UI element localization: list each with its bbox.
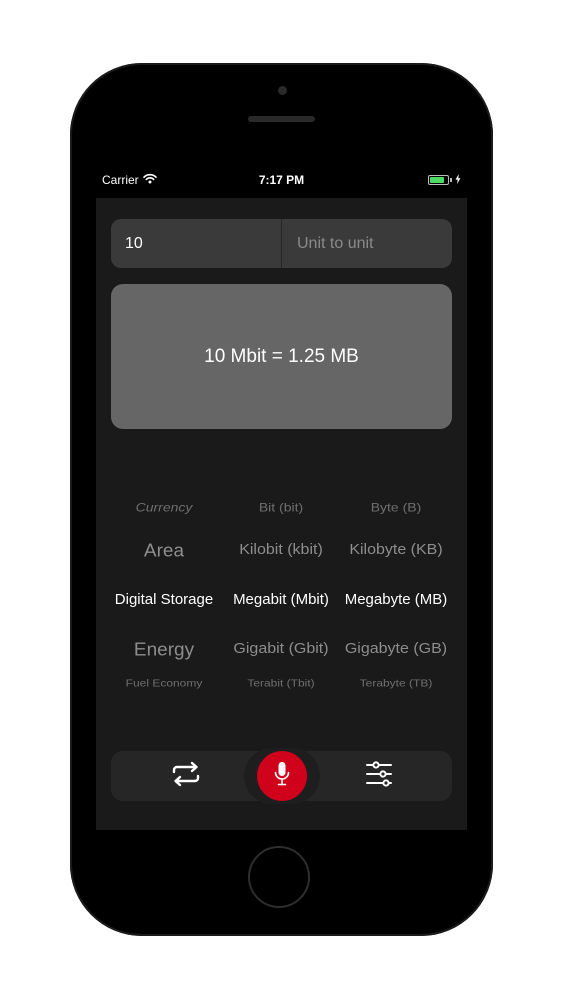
home-button[interactable] xyxy=(248,846,310,908)
front-camera xyxy=(278,86,287,95)
microphone-button[interactable] xyxy=(257,751,307,801)
category-option[interactable]: Energy xyxy=(106,641,222,662)
category-option[interactable]: Area xyxy=(106,542,222,563)
from-unit-picker-column[interactable]: Bit (bit) Kilobit (kbit) Megabit (Mbit) Gig… xyxy=(224,474,338,706)
bottom-toolbar xyxy=(111,748,452,804)
settings-button[interactable] xyxy=(359,751,399,801)
from-unit-option[interactable]: Bit (bit) xyxy=(224,500,338,514)
to-unit-option[interactable]: Gigabyte (GB) xyxy=(340,640,452,657)
swap-button[interactable] xyxy=(166,751,206,801)
conversion-input-row: 10 Unit to unit xyxy=(111,219,452,268)
to-unit-option[interactable]: Byte (B) xyxy=(340,500,452,514)
unit-picker[interactable]: Currency Area Digital Storage Energy Fuel Ec… xyxy=(96,474,467,706)
category-option[interactable]: Digital Storage xyxy=(106,591,222,608)
battery-level-fill xyxy=(430,177,444,183)
to-unit-picker-column[interactable]: Byte (B) Kilobyte (KB) Megabyte (MB) Gigaby… xyxy=(340,474,452,706)
category-option[interactable]: Fuel Economy xyxy=(106,677,222,689)
from-unit-option[interactable]: Terabit (Tbit) xyxy=(224,677,338,689)
amount-input[interactable]: 10 xyxy=(111,219,282,268)
app-screen: Carrier 7:17 PM 10 Unit to unit 10 Mbit … xyxy=(96,162,467,830)
to-unit-option[interactable]: Terabyte (TB) xyxy=(340,677,452,689)
battery-icon xyxy=(428,175,449,185)
status-time: 7:17 PM xyxy=(258,173,305,187)
result-card: 10 Mbit = 1.25 MB xyxy=(111,284,452,429)
swap-arrows-icon xyxy=(171,761,201,792)
category-picker-column[interactable]: Currency Area Digital Storage Energy Fuel Ec… xyxy=(106,474,222,706)
category-option[interactable]: Currency xyxy=(106,500,222,514)
to-unit-option[interactable]: Kilobyte (KB) xyxy=(340,541,452,558)
status-bar: Carrier 7:17 PM xyxy=(96,162,467,198)
from-unit-option[interactable]: Kilobit (kbit) xyxy=(224,541,338,558)
result-text: 10 Mbit = 1.25 MB xyxy=(204,345,359,367)
to-unit-option[interactable]: Megabyte (MB) xyxy=(340,591,452,608)
charging-bolt-icon xyxy=(455,173,461,187)
battery-group xyxy=(428,173,461,187)
microphone-icon xyxy=(274,761,290,792)
unit-query-input[interactable]: Unit to unit xyxy=(282,219,452,268)
earpiece-speaker xyxy=(248,116,315,122)
from-unit-option[interactable]: Gigabit (Gbit) xyxy=(224,640,338,657)
sliders-icon xyxy=(365,760,393,793)
from-unit-option[interactable]: Megabit (Mbit) xyxy=(224,591,338,608)
battery-tip xyxy=(450,178,452,182)
